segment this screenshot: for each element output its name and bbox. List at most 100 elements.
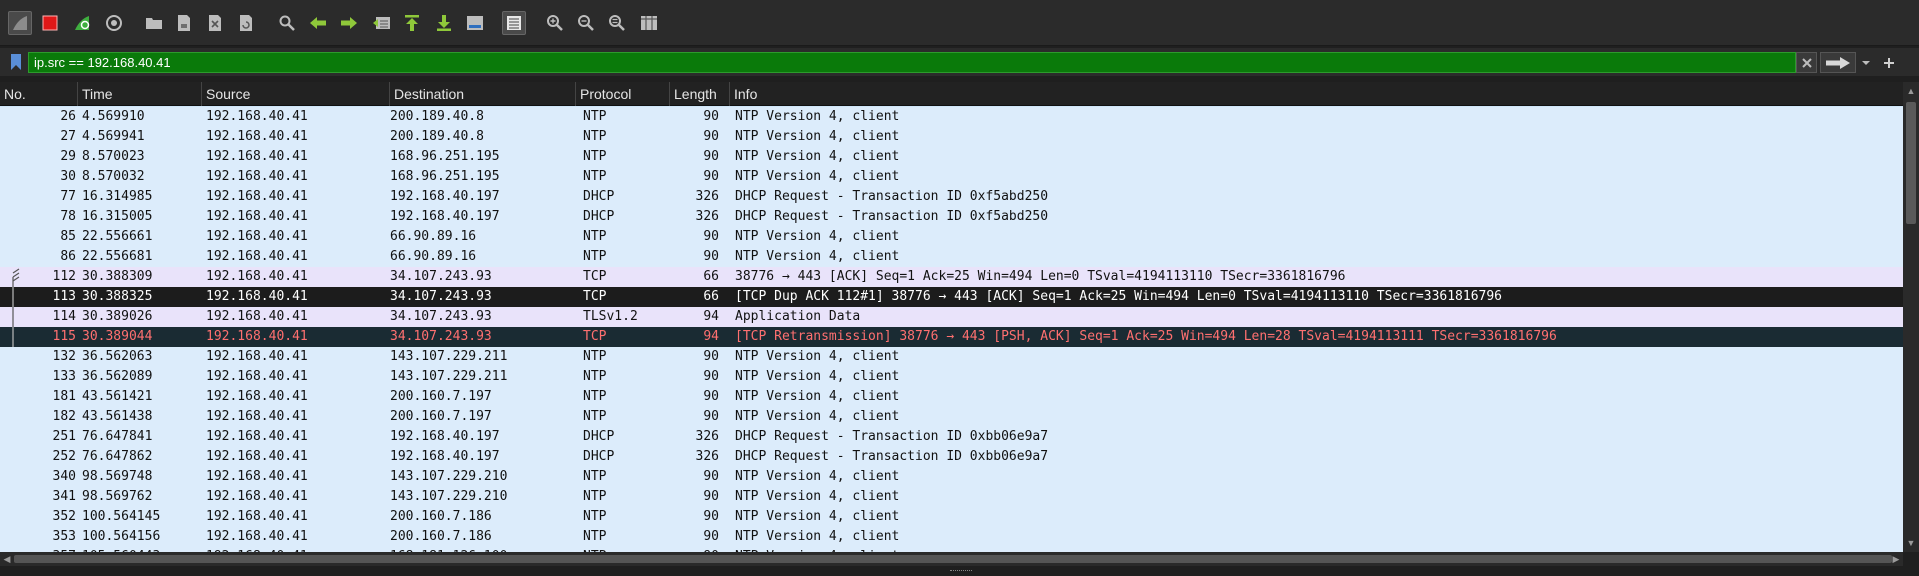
column-header-destination[interactable]: Destination xyxy=(390,82,576,106)
reload-file-button[interactable] xyxy=(234,11,258,35)
table-row[interactable]: 86 22.556681 192.168.40.41 66.90.89.16 NTP 90… xyxy=(0,247,1903,267)
table-row[interactable]: 113 30.388325 192.168.40.41 34.107.243.93 TC… xyxy=(0,287,1903,307)
packet-info: DHCP Request - Transaction ID 0xbb06e9a7 xyxy=(735,429,1049,444)
capture-options-button[interactable] xyxy=(102,11,126,35)
table-row[interactable]: 252 76.647862 192.168.40.41 192.168.40.197 D… xyxy=(0,447,1903,467)
restart-capture-button[interactable] xyxy=(70,11,94,35)
packet-destination: 192.168.40.197 xyxy=(390,209,500,224)
packet-protocol: DHCP xyxy=(583,189,615,204)
table-row[interactable]: 27 4.569941 192.168.40.41 200.189.40.8 NTP 90… xyxy=(0,127,1903,147)
colorize-button[interactable] xyxy=(502,11,526,35)
filter-bookmark-button[interactable] xyxy=(6,51,26,73)
go-forward-icon xyxy=(341,17,357,29)
apply-filter-button[interactable] xyxy=(1820,52,1856,73)
scroll-up-icon[interactable]: ▲ xyxy=(1906,86,1916,96)
auto-scroll-button[interactable] xyxy=(463,11,487,35)
table-row[interactable]: 30 8.570032 192.168.40.41 168.96.251.195 NTP… xyxy=(0,167,1903,187)
packet-length: 90 xyxy=(703,129,719,144)
packet-destination: 192.168.40.197 xyxy=(390,449,500,464)
table-row[interactable]: 340 98.569748 192.168.40.41 143.107.229.210… xyxy=(0,467,1903,487)
chevron-down-icon xyxy=(1862,60,1870,65)
add-filter-button-button[interactable] xyxy=(1878,52,1900,73)
column-header-time[interactable]: Time xyxy=(78,82,202,106)
related-packet-icon xyxy=(12,327,14,347)
display-filter-input[interactable] xyxy=(28,52,1796,73)
table-row[interactable]: 132 36.562063 192.168.40.41 143.107.229.211… xyxy=(0,347,1903,367)
open-file-button[interactable] xyxy=(142,11,166,35)
packet-protocol: NTP xyxy=(583,369,607,384)
stop-capture-button[interactable] xyxy=(38,11,62,35)
packet-list-vertical-scrollbar[interactable]: ▲ ▼ xyxy=(1903,82,1919,552)
table-row[interactable]: 251 76.647841 192.168.40.41 192.168.40.197 D… xyxy=(0,427,1903,447)
column-header-protocol[interactable]: Protocol xyxy=(576,82,670,106)
resize-columns-button[interactable] xyxy=(637,11,661,35)
start-capture-button[interactable] xyxy=(8,11,32,35)
table-row[interactable]: 182 43.561438 192.168.40.41 200.160.7.197 NT… xyxy=(0,407,1903,427)
column-header-no[interactable]: No. xyxy=(0,82,78,106)
go-to-packet-button[interactable] xyxy=(370,11,394,35)
last-packet-button[interactable] xyxy=(432,11,456,35)
go-back-button[interactable] xyxy=(306,11,330,35)
packet-time: 100.564156 xyxy=(82,529,161,544)
packet-time: 4.569941 xyxy=(82,129,145,144)
table-row[interactable]: 29 8.570023 192.168.40.41 168.96.251.195 NTP… xyxy=(0,147,1903,167)
horizontal-scroll-thumb[interactable] xyxy=(14,555,1892,563)
table-row[interactable]: 26 4.569910 192.168.40.41 200.189.40.8 NTP 90… xyxy=(0,107,1903,127)
packet-time: 8.570023 xyxy=(82,149,145,164)
start-capture-icon xyxy=(13,16,27,30)
table-row[interactable]: 85 22.556661 192.168.40.41 66.90.89.16 NTP 90… xyxy=(0,227,1903,247)
packet-info: NTP Version 4, client xyxy=(735,529,900,544)
packet-destination: 200.189.40.8 xyxy=(390,109,484,124)
packet-info: NTP Version 4, client xyxy=(735,389,900,404)
column-header-source[interactable]: Source xyxy=(202,82,390,106)
recent-filters-dropdown[interactable] xyxy=(1858,52,1874,73)
find-packet-button[interactable] xyxy=(275,11,299,35)
table-row[interactable]: 341 98.569762 192.168.40.41 143.107.229.210… xyxy=(0,487,1903,507)
packet-length: 90 xyxy=(703,529,719,544)
table-row[interactable]: 77 16.314985 192.168.40.41 192.168.40.197 DH… xyxy=(0,187,1903,207)
table-row[interactable]: 353 100.564156 192.168.40.41 200.160.7.186 N… xyxy=(0,527,1903,547)
packet-source: 192.168.40.41 xyxy=(206,129,308,144)
close-file-button[interactable] xyxy=(203,11,227,35)
first-packet-button[interactable] xyxy=(400,11,424,35)
go-forward-button[interactable] xyxy=(337,11,361,35)
zoom-in-button[interactable] xyxy=(543,11,567,35)
column-header-info[interactable]: Info xyxy=(730,82,1903,106)
main-toolbar xyxy=(0,0,1919,46)
packet-number: 352 xyxy=(52,509,76,524)
scroll-right-icon[interactable]: ▶ xyxy=(1891,554,1901,564)
vertical-scroll-thumb[interactable] xyxy=(1906,102,1916,224)
scroll-left-icon[interactable]: ◀ xyxy=(2,554,12,564)
splitter-grip[interactable] xyxy=(950,570,972,572)
packet-source: 192.168.40.41 xyxy=(206,509,308,524)
clear-filter-button[interactable] xyxy=(1796,52,1817,73)
table-row[interactable]: 133 36.562089 192.168.40.41 143.107.229.211… xyxy=(0,367,1903,387)
table-row[interactable]: 78 16.315005 192.168.40.41 192.168.40.197 DH… xyxy=(0,207,1903,227)
open-file-icon xyxy=(146,18,162,29)
pane-splitter[interactable] xyxy=(0,566,1919,576)
packet-length: 90 xyxy=(703,489,719,504)
table-row[interactable]: 352 100.564145 192.168.40.41 200.160.7.186 N… xyxy=(0,507,1903,527)
packet-number: 133 xyxy=(52,369,76,384)
packet-list-horizontal-scrollbar[interactable]: ◀ ▶ xyxy=(0,552,1903,566)
packet-source: 192.168.40.41 xyxy=(206,469,308,484)
zoom-out-button[interactable] xyxy=(574,11,598,35)
packet-number: 26 xyxy=(60,109,76,124)
packet-protocol: NTP xyxy=(583,149,607,164)
packet-info: NTP Version 4, client xyxy=(735,369,900,384)
packet-destination: 143.107.229.210 xyxy=(390,469,508,484)
scroll-down-icon[interactable]: ▼ xyxy=(1906,538,1916,548)
packet-length: 90 xyxy=(703,149,719,164)
table-row[interactable]: 114 30.389026 192.168.40.41 34.107.243.93 TL… xyxy=(0,307,1903,327)
packet-protocol: NTP xyxy=(583,129,607,144)
column-header-length[interactable]: Length xyxy=(670,82,730,106)
save-file-button[interactable] xyxy=(172,11,196,35)
table-row[interactable]: 115 30.389044 192.168.40.41 34.107.243.93 TC… xyxy=(0,327,1903,347)
packet-number: 27 xyxy=(60,129,76,144)
packet-length: 66 xyxy=(703,269,719,284)
normal-size-button[interactable] xyxy=(605,11,629,35)
packet-protocol: NTP xyxy=(583,249,607,264)
packet-info: NTP Version 4, client xyxy=(735,489,900,504)
table-row[interactable]: 181 43.561421 192.168.40.41 200.160.7.197 NT… xyxy=(0,387,1903,407)
table-row[interactable]: 112 30.388309 192.168.40.41 34.107.243.93 TC… xyxy=(0,267,1903,287)
